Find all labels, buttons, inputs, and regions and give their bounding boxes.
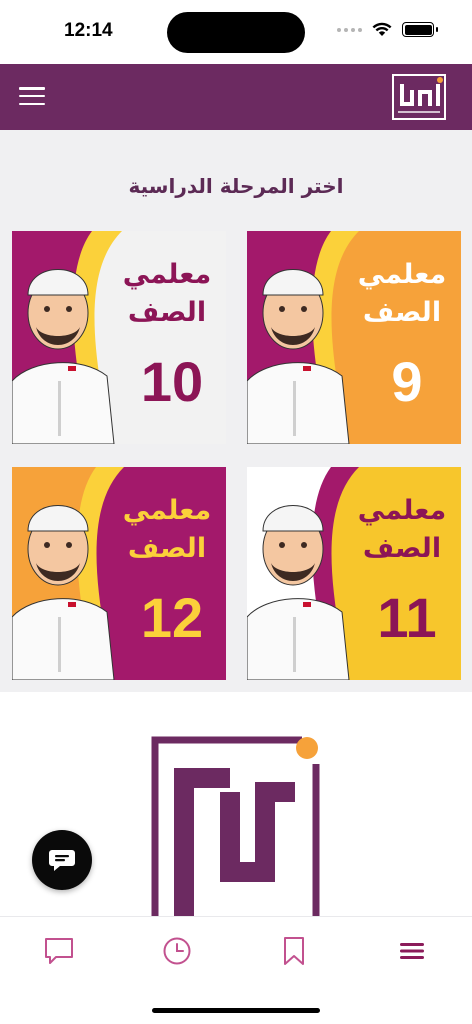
tab-menu[interactable] [392, 933, 432, 969]
home-indicator[interactable] [152, 1008, 320, 1013]
grade-11-label-grade: الصف [362, 533, 442, 564]
tab-messages[interactable] [39, 933, 79, 969]
tab-bookmarks[interactable] [274, 933, 314, 969]
grade-10-label-grade: الصف [127, 297, 207, 328]
grade-10-label-teachers: معلمي [122, 259, 212, 290]
bookmark-icon [284, 937, 304, 965]
dynamic-island [167, 12, 305, 53]
main-content: اختر المرحلة الدراسية معلمي الصف 10 معلم… [0, 130, 472, 692]
wifi-icon [372, 22, 392, 36]
grade-10-number: 10 [140, 350, 204, 413]
signal-icon [337, 27, 362, 32]
hamburger-menu-button[interactable] [19, 84, 45, 108]
status-bar: 12:14 [0, 0, 472, 64]
chat-bubble-icon [45, 938, 73, 964]
grade-12-number: 12 [140, 586, 204, 649]
status-time: 12:14 [64, 20, 113, 41]
nour-large-logo-icon [151, 736, 320, 916]
grade-10-card[interactable]: معلمي الصف 10 [12, 231, 226, 444]
grade-9-label-teachers: معلمي [357, 259, 447, 290]
menu-icon [400, 943, 424, 959]
chat-floating-button[interactable] [32, 830, 92, 890]
grade-11-card[interactable]: معلمي الصف 11 [247, 467, 461, 680]
clock-icon [163, 937, 191, 965]
grade-9-number: 9 [391, 350, 423, 413]
app-header [0, 64, 472, 130]
nour-logo-icon[interactable] [390, 72, 448, 122]
grade-9-card[interactable]: معلمي الصف 9 [247, 231, 461, 444]
grade-11-number: 11 [377, 586, 437, 649]
tab-history[interactable] [157, 933, 197, 969]
page-title: اختر المرحلة الدراسية [128, 174, 344, 198]
grade-12-card[interactable]: معلمي الصف 12 [12, 467, 226, 680]
grade-11-label-teachers: معلمي [357, 495, 447, 526]
status-icons [337, 22, 438, 37]
grade-9-label-grade: الصف [362, 297, 442, 328]
chat-message-icon [49, 850, 75, 871]
grade-12-label-grade: الصف [127, 533, 207, 564]
grade-12-label-teachers: معلمي [122, 495, 212, 526]
battery-icon [402, 22, 438, 37]
